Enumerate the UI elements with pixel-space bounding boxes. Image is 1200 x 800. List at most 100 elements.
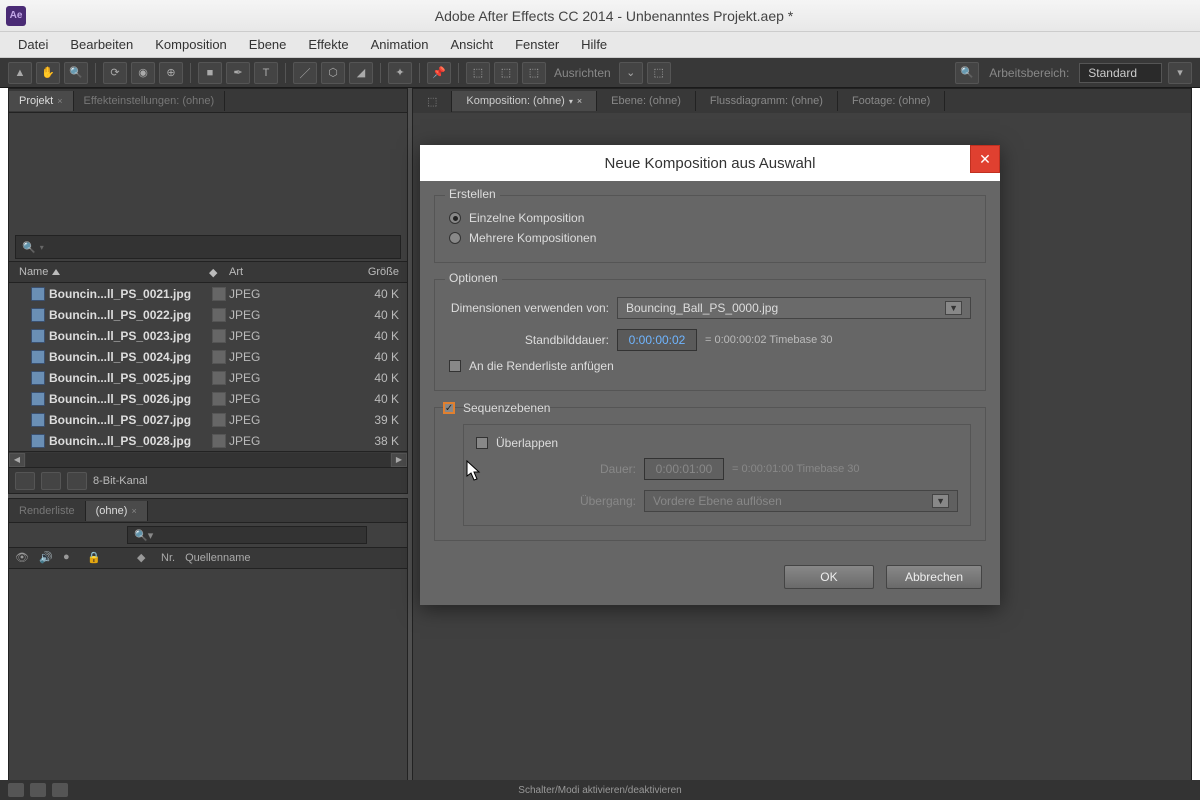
append-render-checkbox[interactable]: An die Renderliste anfügen — [449, 356, 971, 376]
file-icon — [31, 413, 45, 427]
text-tool-icon[interactable]: T — [254, 62, 278, 84]
radio-icon[interactable] — [449, 232, 461, 244]
project-row[interactable]: Bouncin...ll_PS_0021.jpgJPEG40 K — [9, 283, 407, 304]
file-icon — [31, 287, 45, 301]
new-comp-dialog: Neue Komposition aus Auswahl ✕ Erstellen… — [420, 145, 1000, 605]
column-size[interactable]: Größe — [299, 266, 407, 278]
menu-window[interactable]: Fenster — [505, 34, 569, 55]
project-row[interactable]: Bouncin...ll_PS_0024.jpgJPEG40 K — [9, 346, 407, 367]
app-icon: Ae — [6, 6, 26, 26]
new-comp-icon[interactable] — [67, 472, 87, 490]
close-icon[interactable]: × — [577, 96, 582, 106]
pen-tool-icon[interactable]: ✒ — [226, 62, 250, 84]
rect-tool-icon[interactable]: ■ — [198, 62, 222, 84]
hand-tool-icon[interactable]: ✋ — [36, 62, 60, 84]
project-row[interactable]: Bouncin...ll_PS_0025.jpgJPEG40 K — [9, 367, 407, 388]
menu-edit[interactable]: Bearbeiten — [60, 34, 143, 55]
options-legend: Optionen — [445, 271, 502, 285]
rotate-tool-icon[interactable]: ⟳ — [103, 62, 127, 84]
options-group: Optionen Dimensionen verwenden von: Boun… — [434, 279, 986, 391]
roto-tool-icon[interactable]: ✦ — [388, 62, 412, 84]
search-icon[interactable]: 🔍 — [955, 62, 979, 84]
workspace-label: Arbeitsbereich: — [985, 66, 1073, 80]
radio-single-comp[interactable]: Einzelne Komposition — [449, 208, 971, 228]
new-folder-icon[interactable] — [41, 472, 61, 490]
lock-icon[interactable]: 🔒 — [87, 551, 101, 565]
zoom-tool-icon[interactable]: 🔍 — [64, 62, 88, 84]
sort-asc-icon — [52, 269, 60, 275]
project-row[interactable]: Bouncin...ll_PS_0027.jpgJPEG39 K — [9, 409, 407, 430]
radio-icon[interactable] — [449, 212, 461, 224]
menu-view[interactable]: Ansicht — [440, 34, 503, 55]
snap-b-icon[interactable]: ⬚ — [494, 62, 518, 84]
dialog-title: Neue Komposition aus Auswahl — [605, 155, 816, 172]
audio-icon[interactable]: 🔊 — [39, 551, 53, 565]
selection-tool-icon[interactable]: ▲ — [8, 62, 32, 84]
project-row[interactable]: Bouncin...ll_PS_0022.jpgJPEG40 K — [9, 304, 407, 325]
ok-button[interactable]: OK — [784, 565, 874, 589]
menu-layer[interactable]: Ebene — [239, 34, 297, 55]
checkbox-icon[interactable] — [476, 437, 488, 449]
solo-icon[interactable]: ● — [63, 551, 77, 565]
timeline-panel: Renderliste (ohne)× 🔍▾ 👁 🔊 ● 🔒 ◆ Nr. Que… — [8, 498, 408, 792]
eraser-tool-icon[interactable]: ◢ — [349, 62, 373, 84]
align-opt-icon[interactable]: ⬚ — [647, 62, 671, 84]
column-label[interactable]: ◆ — [209, 266, 229, 279]
project-row[interactable]: Bouncin...ll_PS_0023.jpgJPEG40 K — [9, 325, 407, 346]
file-icon — [31, 434, 45, 448]
align-chev-icon[interactable]: ⌄ — [619, 62, 643, 84]
status-icon[interactable] — [30, 783, 46, 797]
project-search[interactable]: 🔍▾ — [15, 235, 401, 259]
close-icon[interactable]: × — [131, 506, 136, 516]
dimensions-select[interactable]: Bouncing_Ball_PS_0000.jpg▼ — [617, 297, 971, 319]
puppet-tool-icon[interactable]: 📌 — [427, 62, 451, 84]
menu-composition[interactable]: Komposition — [145, 34, 237, 55]
cancel-button[interactable]: Abbrechen — [886, 565, 982, 589]
status-icon[interactable] — [8, 783, 24, 797]
menu-help[interactable]: Hilfe — [571, 34, 617, 55]
scrollbar-h[interactable]: ◀▶ — [9, 451, 407, 467]
bit-depth-label[interactable]: 8-Bit-Kanal — [93, 475, 147, 487]
pan-behind-tool-icon[interactable]: ⊕ — [159, 62, 183, 84]
project-row[interactable]: Bouncin...ll_PS_0028.jpgJPEG38 K — [9, 430, 407, 451]
duration-label: Dauer: — [476, 462, 636, 476]
status-icon[interactable] — [52, 783, 68, 797]
tab-composition[interactable]: Komposition: (ohne) ▾ × — [452, 91, 597, 111]
project-row[interactable]: Bouncin...ll_PS_0026.jpgJPEG40 K — [9, 388, 407, 409]
interpret-footage-icon[interactable] — [15, 472, 35, 490]
checkbox-icon[interactable] — [449, 360, 461, 372]
tab-layer[interactable]: Ebene: (ohne) — [597, 91, 696, 111]
brush-tool-icon[interactable]: ／ — [293, 62, 317, 84]
column-name[interactable]: Name — [9, 266, 209, 278]
tab-project[interactable]: Projekt× — [9, 91, 74, 111]
clone-tool-icon[interactable]: ⬡ — [321, 62, 345, 84]
still-duration-input[interactable]: 0:00:00:02 — [617, 329, 697, 351]
timeline-search[interactable]: 🔍▾ — [127, 526, 367, 544]
column-type[interactable]: Art — [229, 266, 299, 278]
snap-a-icon[interactable]: ⬚ — [466, 62, 490, 84]
sequence-layers-checkbox[interactable]: ✓ — [443, 402, 455, 414]
viewer-home-icon[interactable]: ⬚ — [413, 91, 452, 112]
col-source[interactable]: Quellenname — [185, 552, 250, 564]
label-icon[interactable]: ◆ — [137, 551, 151, 565]
menu-animation[interactable]: Animation — [361, 34, 439, 55]
tab-effect-controls[interactable]: Effekteinstellungen: (ohne) — [74, 91, 226, 111]
menu-effects[interactable]: Effekte — [298, 34, 358, 55]
snap-c-icon[interactable]: ⬚ — [522, 62, 546, 84]
tab-comp-none[interactable]: (ohne)× — [86, 501, 148, 521]
project-rows: Bouncin...ll_PS_0021.jpgJPEG40 K Bouncin… — [9, 283, 407, 451]
workspace-select[interactable]: Standard — [1079, 63, 1162, 83]
col-nr[interactable]: Nr. — [161, 552, 175, 564]
visibility-icon[interactable]: 👁 — [15, 551, 29, 565]
overlap-checkbox[interactable]: Überlappen — [476, 433, 958, 453]
close-icon[interactable]: × — [57, 96, 62, 106]
tab-renderqueue[interactable]: Renderliste — [9, 501, 86, 521]
workspace-chev-icon[interactable]: ▾ — [1168, 62, 1192, 84]
camera-tool-icon[interactable]: ◉ — [131, 62, 155, 84]
tab-flowchart[interactable]: Flussdiagramm: (ohne) — [696, 91, 838, 111]
menu-file[interactable]: Datei — [8, 34, 58, 55]
titlebar: Ae Adobe After Effects CC 2014 - Unbenan… — [0, 0, 1200, 32]
dialog-close-button[interactable]: ✕ — [970, 145, 1000, 173]
radio-multiple-comp[interactable]: Mehrere Kompositionen — [449, 228, 971, 248]
tab-footage[interactable]: Footage: (ohne) — [838, 91, 945, 111]
